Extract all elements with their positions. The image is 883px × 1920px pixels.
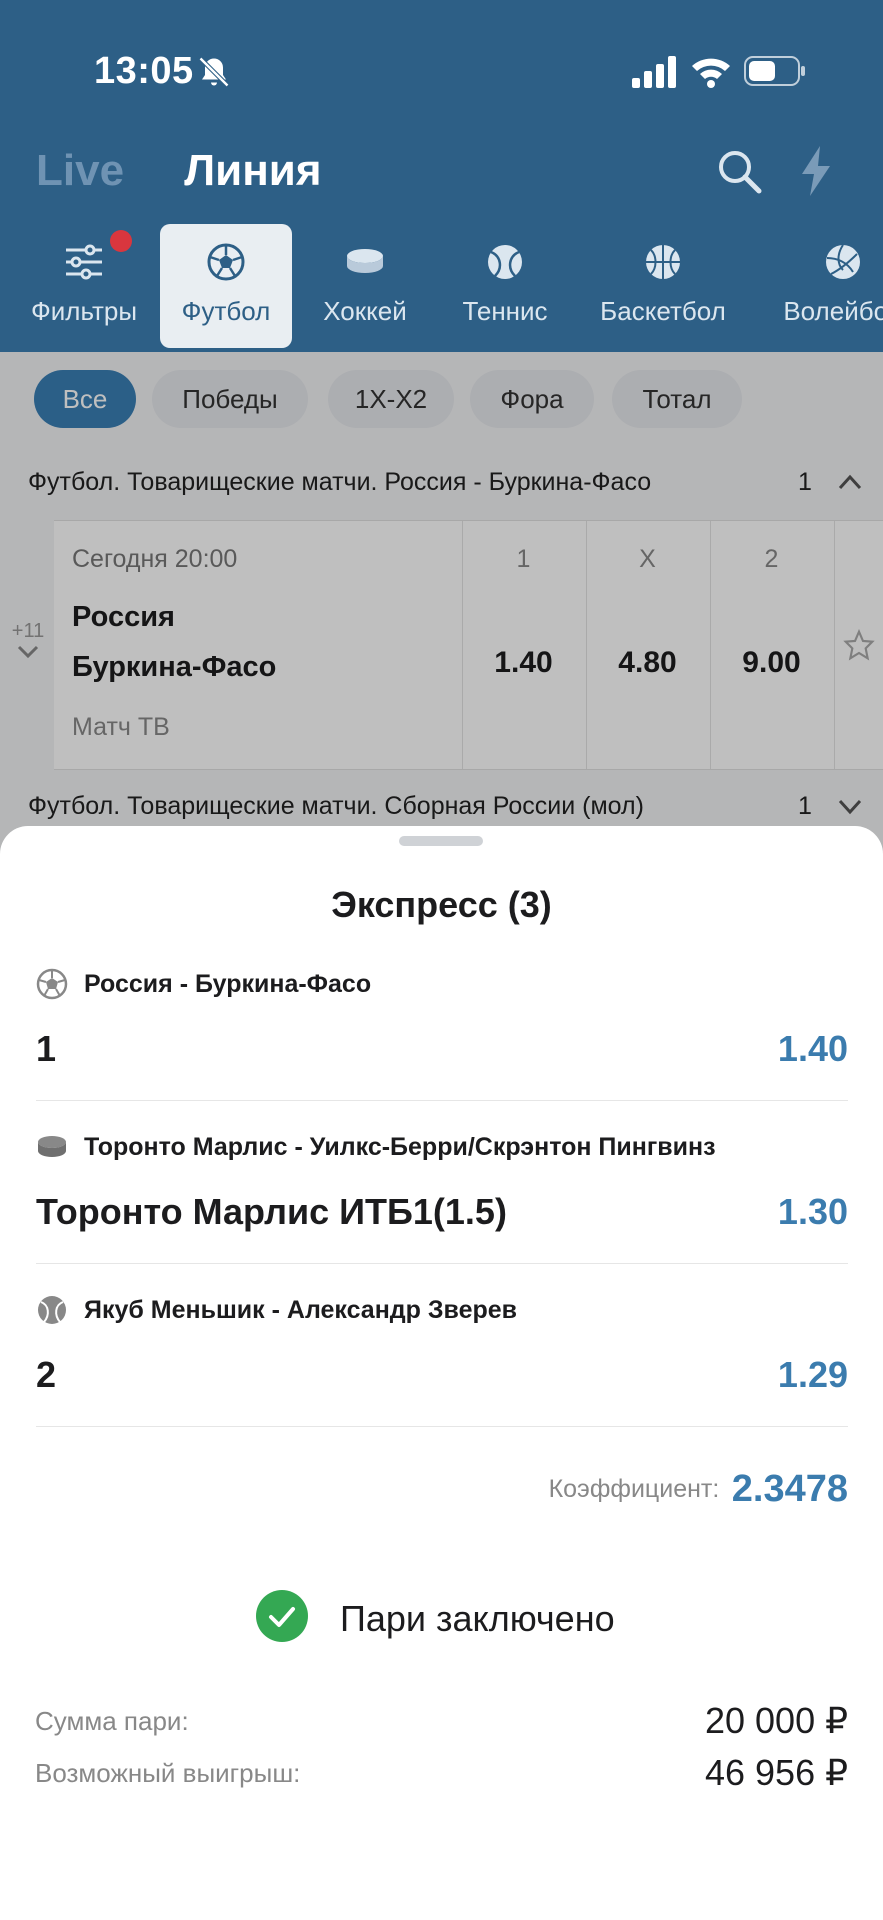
bet-amount-value: 20 000 ₽ [704, 1700, 848, 1741]
sports-carousel: Фильтры Футбол Хоккей Теннис Баскетбол В… [0, 224, 883, 352]
sport-label: Баскетбол [600, 296, 726, 326]
total-coefficient: Коэффициент: 2.3478 [549, 1468, 848, 1511]
app-header: 13:05 Live Линия Фильтры Футбол Хоккей Т… [0, 0, 883, 352]
tab-line[interactable]: Линия [184, 146, 321, 195]
tab-live[interactable]: Live [36, 146, 124, 195]
search-icon[interactable] [716, 148, 762, 194]
leg-odd: 1.40 [777, 1028, 848, 1069]
filters-badge [110, 230, 132, 252]
sheet-backdrop[interactable] [0, 352, 883, 872]
status-text: Пари заключено [340, 1598, 615, 1639]
wifi-icon [692, 58, 730, 88]
sport-football[interactable]: Футбол [160, 224, 292, 348]
leg-selection: Торонто Марлис ИТБ1(1.5) [36, 1191, 507, 1232]
status-bar: 13:05 [0, 0, 883, 130]
sport-label: Хоккей [323, 296, 407, 326]
leg-event: Торонто Марлис - Уилкс-Берри/Скрэнтон Пи… [84, 1133, 716, 1161]
sport-hockey[interactable]: Хоккей [300, 224, 430, 348]
battery-icon [744, 56, 805, 86]
mode-tabs: Live Линия [36, 146, 322, 196]
football-icon [207, 243, 245, 281]
bell-muted-icon [198, 56, 230, 88]
status-time: 13:05 [94, 50, 194, 92]
cellular-signal-icon [632, 56, 676, 88]
leg-event: Якуб Меньшик - Александр Зверев [84, 1296, 518, 1324]
possible-win-label: Возможный выигрыш: [35, 1758, 301, 1788]
leg-selection: 2 [36, 1354, 57, 1395]
sheet-title: Экспресс (3) [331, 884, 552, 925]
divider [36, 1426, 848, 1427]
divider [36, 1263, 848, 1264]
lightning-icon[interactable] [800, 146, 832, 196]
leg-odd: 1.30 [777, 1191, 848, 1232]
basketball-icon [646, 245, 680, 279]
volleyball-icon [826, 244, 860, 279]
sport-label: Фильтры [30, 296, 138, 326]
leg-odd: 1.29 [777, 1354, 848, 1395]
sport-filters[interactable]: Фильтры [14, 224, 154, 348]
tennis-icon [488, 245, 522, 279]
sport-label: Теннис [462, 296, 548, 326]
divider [36, 1100, 848, 1101]
sheet-grabber[interactable] [399, 836, 483, 846]
check-circle-icon [256, 1590, 308, 1642]
hockey-icon [347, 249, 383, 273]
sport-label: Футбол [181, 296, 271, 326]
filters-icon [66, 244, 102, 280]
hockey-icon [38, 1136, 66, 1157]
football-icon [36, 968, 68, 1000]
leg-event: Россия - Буркина-Фасо [84, 970, 372, 998]
bet-slip-sheet: Экспресс (3) Россия - Буркина-Фасо 1 1.4… [0, 826, 883, 1920]
bet-amount-label: Сумма пари: [35, 1706, 189, 1736]
possible-win-value: 46 956 ₽ [704, 1752, 848, 1793]
sport-basketball[interactable]: Баскетбол [588, 224, 738, 348]
leg-selection: 1 [36, 1028, 57, 1069]
sport-tennis[interactable]: Теннис [440, 224, 570, 348]
tennis-icon [38, 1296, 66, 1324]
sport-volleyball[interactable]: Волейбол [768, 224, 883, 348]
sport-label: Волейбол [783, 296, 883, 326]
coefficient-value: 2.3478 [731, 1468, 848, 1510]
coefficient-label: Коэффициент: [548, 1475, 720, 1503]
